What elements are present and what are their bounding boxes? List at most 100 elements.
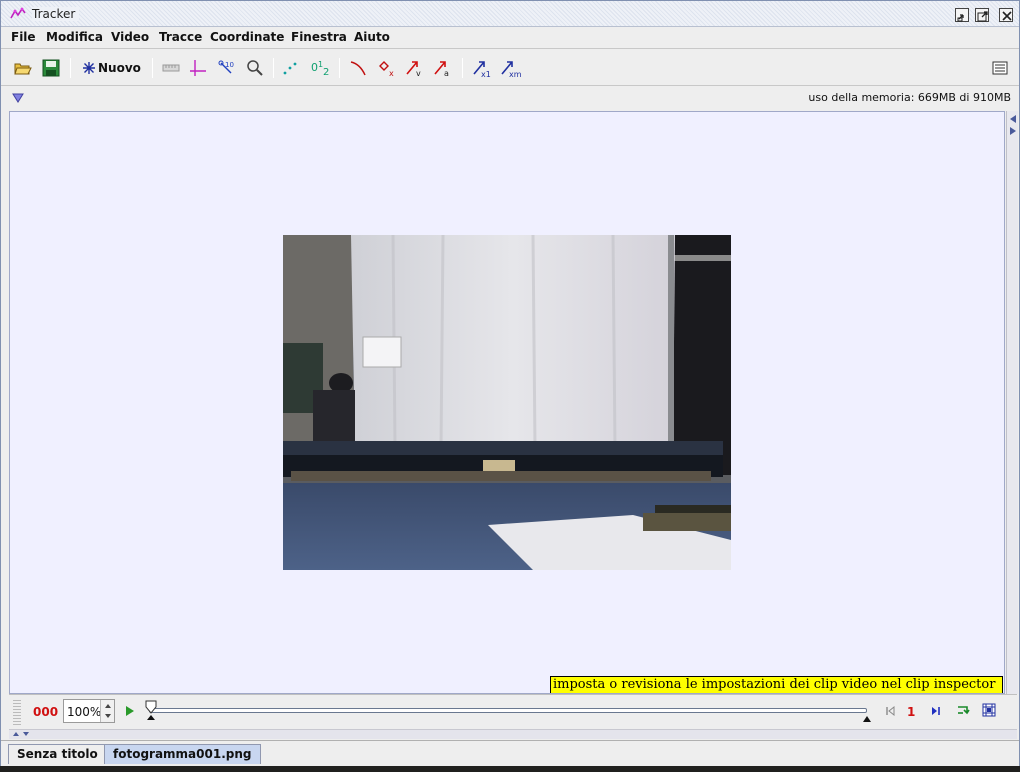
toolbar-separator [152, 58, 153, 78]
track-labels-button[interactable]: 0 1 2 [310, 58, 332, 78]
zoom-button[interactable] [245, 58, 265, 78]
axes-button[interactable] [188, 58, 208, 78]
play-button[interactable] [123, 703, 137, 723]
menu-video[interactable]: Video [111, 30, 149, 44]
video-panel[interactable]: imposta o revisiona le impostazioni dei … [9, 111, 1005, 694]
svg-text:xm: xm [509, 70, 521, 78]
step-forward-button[interactable] [929, 703, 943, 723]
open-button[interactable] [13, 58, 33, 78]
new-track-label: Nuovo [98, 61, 141, 75]
video-frame[interactable] [283, 235, 731, 570]
toolbar-grip[interactable] [13, 699, 21, 725]
center-of-mass-xm-button[interactable]: xm [499, 58, 521, 78]
scroll-arrows-icon [1010, 115, 1016, 135]
new-track-button[interactable]: Nuovo [81, 58, 145, 78]
collapse-arrows-icon [13, 732, 29, 736]
menu-finestra[interactable]: Finestra [291, 30, 347, 44]
film-clip-icon [982, 703, 996, 717]
minimize-button[interactable] [955, 8, 969, 22]
track-path-button[interactable] [348, 58, 368, 78]
lab-scene-image [283, 235, 731, 570]
notes-button[interactable] [991, 58, 1009, 78]
frame-slider[interactable] [149, 708, 867, 713]
svg-text:0: 0 [311, 61, 318, 74]
center-of-mass-x1-icon: x1 [473, 61, 491, 78]
step-back-button[interactable] [883, 703, 897, 723]
velocity-vector-button[interactable]: v [404, 58, 424, 78]
dropdown-triangle-icon[interactable] [12, 92, 24, 104]
bottom-grip-bar[interactable] [9, 729, 1017, 739]
acceleration-vector-button[interactable]: a [432, 58, 452, 78]
velocity-vector-icon: v [406, 61, 421, 78]
svg-text:10: 10 [225, 61, 234, 69]
folder-open-icon [14, 63, 32, 75]
center-of-mass-x1-button[interactable]: x1 [471, 58, 493, 78]
menu-coordinate[interactable]: Coordinate [210, 30, 284, 44]
tooltip: imposta o revisiona le impostazioni dei … [550, 676, 1003, 693]
svg-text:a: a [444, 69, 449, 78]
slider-thumb-icon[interactable] [144, 699, 158, 721]
calibration-points-icon: 10 [218, 60, 234, 74]
tab-senza-titolo[interactable]: Senza titolo [8, 744, 107, 764]
loop-button[interactable] [955, 702, 971, 722]
toolbar: Nuovo 10 0 1 2 x v a x1 xm [1, 50, 1019, 86]
maximize-button[interactable] [975, 8, 989, 22]
toolbar-separator [462, 58, 463, 78]
svg-text:x1: x1 [481, 70, 491, 78]
notes-icon [992, 61, 1008, 75]
center-of-mass-xm-icon: xm [501, 61, 521, 78]
info-bar: uso della memoria: 669MB di 910MB [1, 87, 1019, 109]
save-button[interactable] [41, 58, 61, 78]
menu-bar: File Modifica Video Tracce Coordinate Fi… [1, 27, 1019, 49]
svg-text:x: x [389, 69, 394, 78]
close-button[interactable] [999, 8, 1013, 22]
close-icon [1002, 11, 1012, 21]
zoom-spinner[interactable]: 100% [63, 699, 115, 723]
zoom-icon [247, 60, 263, 76]
save-icon [42, 59, 60, 77]
menu-aiuto[interactable]: Aiuto [354, 30, 390, 44]
track-trail-button[interactable] [281, 58, 301, 78]
calibration-points-button[interactable]: 10 [216, 58, 236, 78]
frame-counter: 000 [33, 705, 59, 719]
calibration-tape-icon [162, 64, 180, 72]
side-scrollbar[interactable] [1006, 111, 1018, 694]
tracker-window: Tracker File Modifica Video Tracce Coord… [0, 0, 1020, 766]
clip-settings-button[interactable] [981, 702, 997, 722]
title-bar[interactable]: Tracker [1, 1, 1019, 27]
track-trail-icon [283, 62, 297, 75]
tab-fotogramma001[interactable]: fotogramma001.png [104, 744, 261, 764]
step-forward-icon [932, 707, 940, 715]
zoom-value[interactable]: 100% [67, 705, 101, 719]
tracker-logo-icon [10, 7, 26, 21]
loop-icon [958, 706, 970, 715]
zoom-stepper[interactable] [100, 700, 114, 722]
menu-file[interactable]: File [11, 30, 36, 44]
frame-number: 1 [907, 705, 916, 719]
maximize-icon [977, 11, 988, 22]
menu-tracce[interactable]: Tracce [159, 30, 202, 44]
toolbar-separator [273, 58, 274, 78]
track-labels-icon: 0 1 2 [311, 60, 329, 78]
calibration-tape-button[interactable] [161, 58, 181, 78]
menu-modifica[interactable]: Modifica [46, 30, 103, 44]
toolbar-separator [70, 58, 71, 78]
tab-label: Senza titolo [17, 747, 98, 761]
play-icon [126, 706, 134, 716]
svg-text:v: v [416, 69, 421, 78]
desktop-background [0, 766, 1020, 772]
axes-icon [190, 60, 206, 76]
memory-usage[interactable]: uso della memoria: 669MB di 910MB [808, 91, 1011, 104]
end-marker-icon[interactable] [862, 715, 872, 723]
track-path-icon [350, 61, 366, 76]
toolbar-separator [339, 58, 340, 78]
tab-bar: Senza titolo fotogramma001.png [1, 740, 1019, 766]
tab-label: fotogramma001.png [113, 747, 252, 761]
star-icon [83, 62, 95, 74]
stepper-arrows-icon [105, 704, 111, 718]
window-title: Tracker [32, 7, 80, 21]
position-vector-button[interactable]: x [377, 58, 397, 78]
position-vector-icon: x [379, 61, 394, 78]
player-bar: 000 100% 1 [9, 694, 1017, 728]
svg-text:2: 2 [323, 67, 329, 78]
